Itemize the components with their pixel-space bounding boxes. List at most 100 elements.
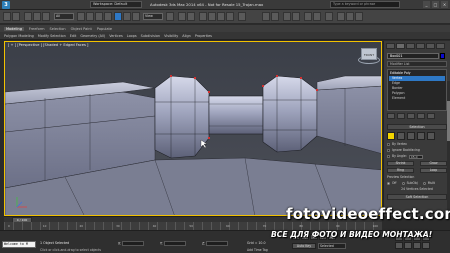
window-crossing-icon[interactable] <box>104 12 112 21</box>
by-angle-checkbox[interactable] <box>387 155 390 158</box>
rotate-icon[interactable] <box>123 12 131 21</box>
y-field[interactable] <box>163 241 186 246</box>
show-end-result-icon[interactable] <box>397 113 405 119</box>
modify-tab-icon[interactable] <box>396 43 405 49</box>
maximize-viewport-icon[interactable] <box>422 242 430 249</box>
object-name-field[interactable]: Box001 <box>387 53 445 59</box>
auto-key-button[interactable]: Auto Key <box>292 243 316 249</box>
grow-button[interactable]: Grow <box>420 161 447 166</box>
maxscript-listener[interactable]: Welcome to M <box>2 241 36 248</box>
add-time-tag[interactable]: Add Time Tag <box>247 248 268 252</box>
close-button[interactable]: × <box>441 1 448 8</box>
material-editor-icon[interactable] <box>325 12 333 21</box>
key-selection-dropdown[interactable]: Selected <box>318 243 346 249</box>
keyboard-shortcut-icon[interactable] <box>187 12 195 21</box>
selection-rollout-header[interactable]: Selection <box>387 124 447 130</box>
ring-button[interactable]: Ring <box>387 168 414 173</box>
ribbon-subtab-subdivision[interactable]: Subdivision <box>141 34 160 38</box>
rendered-frame-icon[interactable] <box>346 12 354 21</box>
object-color-swatch[interactable] <box>440 53 445 59</box>
create-tab-icon[interactable] <box>386 43 395 49</box>
utilities-tab-icon[interactable] <box>436 43 445 49</box>
undo-icon[interactable] <box>3 12 11 21</box>
pivot-center-icon[interactable] <box>166 12 174 21</box>
perspective-viewport[interactable]: [ + ] [Perspective ] [Shaded + Edged Fac… <box>4 41 382 216</box>
snaps-toggle-icon[interactable] <box>199 12 207 21</box>
display-tab-icon[interactable] <box>426 43 435 49</box>
workspace-dropdown[interactable]: Workspace: Default <box>90 1 142 8</box>
graphite-toggle-icon[interactable] <box>292 12 300 21</box>
soft-selection-rollout[interactable]: Soft Selection <box>387 194 447 200</box>
ignore-backfacing-checkbox[interactable] <box>387 149 390 152</box>
preview-radio-off[interactable] <box>387 182 390 185</box>
viewcube-icon[interactable]: FRONT <box>361 48 377 60</box>
named-selection-icon[interactable] <box>238 12 246 21</box>
maximize-button[interactable]: □ <box>432 1 439 8</box>
modifier-list-dropdown[interactable]: Modifier List <box>387 61 447 67</box>
ribbon-subtab-visibility[interactable]: Visibility <box>164 34 178 38</box>
ribbon-subtab-loops[interactable]: Loops <box>127 34 137 38</box>
mirror-icon[interactable] <box>262 12 270 21</box>
ribbon-subtab-polygon-modeling[interactable]: Polygon Modeling <box>4 34 34 38</box>
select-manipulate-icon[interactable] <box>178 12 186 21</box>
make-unique-icon[interactable] <box>407 113 415 119</box>
app-logo-icon[interactable]: 3 <box>2 1 10 9</box>
move-icon[interactable] <box>114 12 122 21</box>
motion-tab-icon[interactable] <box>416 43 425 49</box>
selection-filter-dropdown[interactable]: All <box>54 13 74 20</box>
z-field[interactable] <box>206 241 229 246</box>
curve-editor-icon[interactable] <box>304 12 312 21</box>
select-object-icon[interactable] <box>77 12 85 21</box>
scale-icon[interactable] <box>132 12 140 21</box>
stack-item-element[interactable]: Element <box>389 96 445 101</box>
spinner-snap-icon[interactable] <box>226 12 234 21</box>
loop-button[interactable]: Loop <box>420 168 447 173</box>
search-input[interactable]: Type a keyword or phrase <box>330 1 400 8</box>
viewport-label[interactable]: [ + ] [Perspective ] [Shaded + Edged Fac… <box>8 43 88 47</box>
by-vertex-checkbox[interactable] <box>387 143 390 146</box>
ribbon-subtab-align[interactable]: Align <box>182 34 191 38</box>
percent-snap-icon[interactable] <box>217 12 225 21</box>
orbit-icon[interactable] <box>413 242 421 249</box>
vertex-mode-icon[interactable] <box>387 132 395 140</box>
rect-selection-icon[interactable] <box>95 12 103 21</box>
pin-stack-icon[interactable] <box>387 113 395 119</box>
select-by-name-icon[interactable] <box>86 12 94 21</box>
polygon-mode-icon[interactable] <box>417 132 425 140</box>
remove-modifier-icon[interactable] <box>417 113 425 119</box>
unlink-icon[interactable] <box>33 12 41 21</box>
ribbon-tab-populate[interactable]: Populate <box>97 27 112 31</box>
render-setup-icon[interactable] <box>337 12 345 21</box>
border-mode-icon[interactable] <box>407 132 415 140</box>
ribbon-subtab-vertices[interactable]: Vertices <box>109 34 123 38</box>
by-angle-spinner[interactable]: 45.0 <box>408 154 423 159</box>
ribbon-tab-selection[interactable]: Selection <box>50 27 66 31</box>
configure-sets-icon[interactable] <box>427 113 435 119</box>
link-icon[interactable] <box>24 12 32 21</box>
preview-radio-multi[interactable] <box>422 182 426 185</box>
schematic-view-icon[interactable] <box>313 12 321 21</box>
redo-icon[interactable] <box>12 12 20 21</box>
ribbon-tab-object-paint[interactable]: Object Paint <box>71 27 92 31</box>
element-mode-icon[interactable] <box>427 132 435 140</box>
edge-mode-icon[interactable] <box>397 132 405 140</box>
align-icon[interactable] <box>271 12 279 21</box>
x-field[interactable] <box>122 241 145 246</box>
pan-icon[interactable] <box>404 242 412 249</box>
ribbon-subtab-properties[interactable]: Properties <box>195 34 212 38</box>
ribbon-subtab-geometry-all-[interactable]: Geometry (All) <box>80 34 105 38</box>
ref-coord-dropdown[interactable]: View <box>143 13 163 20</box>
ribbon-subtab-edit[interactable]: Edit <box>70 34 77 38</box>
render-production-icon[interactable] <box>355 12 363 21</box>
track-bar[interactable]: 0 10 20 30 40 50 60 70 80 90 100 <box>4 222 382 230</box>
ribbon-subtab-modify-selection[interactable]: Modify Selection <box>38 34 66 38</box>
angle-snap-icon[interactable] <box>208 12 216 21</box>
bind-space-warp-icon[interactable] <box>42 12 50 21</box>
ribbon-tab-freeform[interactable]: Freeform <box>29 27 45 31</box>
ribbon-tab-modeling[interactable]: Modeling <box>4 26 24 31</box>
minimize-button[interactable]: _ <box>423 1 430 8</box>
fov-icon[interactable] <box>395 242 403 249</box>
layer-manager-icon[interactable] <box>283 12 291 21</box>
hierarchy-tab-icon[interactable] <box>406 43 415 49</box>
shrink-button[interactable]: Shrink <box>387 161 414 166</box>
